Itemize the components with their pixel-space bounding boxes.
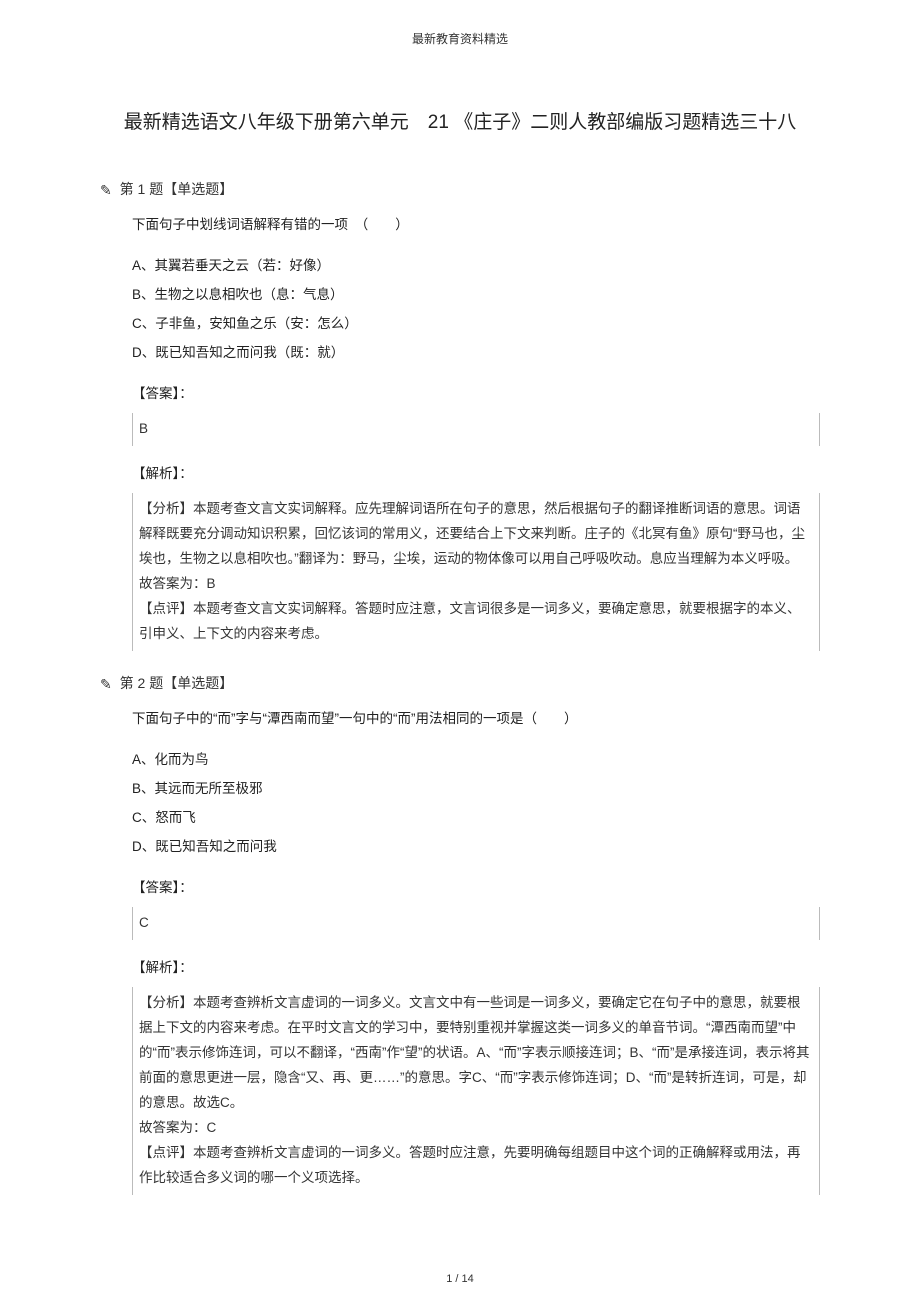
option-a: A、化而为鸟 [132,746,820,773]
option-d: D、既已知吾知之而问我 [132,833,820,860]
question-1-options: A、其翼若垂天之云（若：好像） B、生物之以息相吹也（息：气息） C、子非鱼，安… [132,252,820,366]
option-b: B、其远而无所至极邪 [132,775,820,802]
option-a: A、其翼若垂天之云（若：好像） [132,252,820,279]
analysis-ans: 故答案为：B [139,572,813,597]
answer-label: 【答案】： [132,874,820,901]
answer-box: C [132,907,820,940]
pencil-icon: ✎ [100,676,112,693]
question-1-number: 第 1 题【单选题】 [120,181,234,197]
option-b: B、生物之以息相吹也（息：气息） [132,281,820,308]
option-c: C、子非鱼，安知鱼之乐（安：怎么） [132,310,820,337]
question-2-header: ✎ 第 2 题【单选题】 [100,673,820,693]
analysis-p1: 【分析】本题考查辨析文言虚词的一词多义。文言文中有一些词是一词多义，要确定它在句… [139,991,813,1116]
analysis-box: 【分析】本题考查文言文实词解释。应先理解词语所在句子的意思，然后根据句子的翻译推… [132,493,820,651]
question-1-header: ✎ 第 1 题【单选题】 [100,179,820,199]
document-title: 最新精选语文八年级下册第六单元 21 《庄子》二则人教部编版习题精选三十八 [100,107,820,134]
question-2-number: 第 2 题【单选题】 [120,675,234,691]
answer-value: B [139,421,148,436]
question-2-options: A、化而为鸟 B、其远而无所至极邪 C、怒而飞 D、既已知吾知之而问我 [132,746,820,860]
answer-label: 【答案】： [132,380,820,407]
option-d: D、既已知吾知之而问我（既：就） [132,339,820,366]
analysis-p2: 【点评】本题考查文言文实词解释。答题时应注意，文言词很多是一词多义，要确定意思，… [139,597,813,647]
answer-box: B [132,413,820,446]
analysis-p2: 【点评】本题考查辨析文言虚词的一词多义。答题时应注意，先要明确每组题目中这个词的… [139,1141,813,1191]
page-header: 最新教育资料精选 [100,30,820,47]
answer-value: C [139,915,149,930]
analysis-ans: 故答案为：C [139,1116,813,1141]
page-number: 1 / 14 [0,1273,920,1285]
option-c: C、怒而飞 [132,804,820,831]
pencil-icon: ✎ [100,182,112,199]
analysis-label: 【解析】： [132,954,820,981]
analysis-p1: 【分析】本题考查文言文实词解释。应先理解词语所在句子的意思，然后根据句子的翻译推… [139,497,813,572]
question-2-stem: 下面句子中的“而”字与“潭西南而望”一句中的“而”用法相同的一项是（ ） [132,705,820,732]
question-1-stem: 下面句子中划线词语解释有错的一项 （ ） [132,211,820,238]
analysis-label: 【解析】： [132,460,820,487]
analysis-box: 【分析】本题考查辨析文言虚词的一词多义。文言文中有一些词是一词多义，要确定它在句… [132,987,820,1195]
